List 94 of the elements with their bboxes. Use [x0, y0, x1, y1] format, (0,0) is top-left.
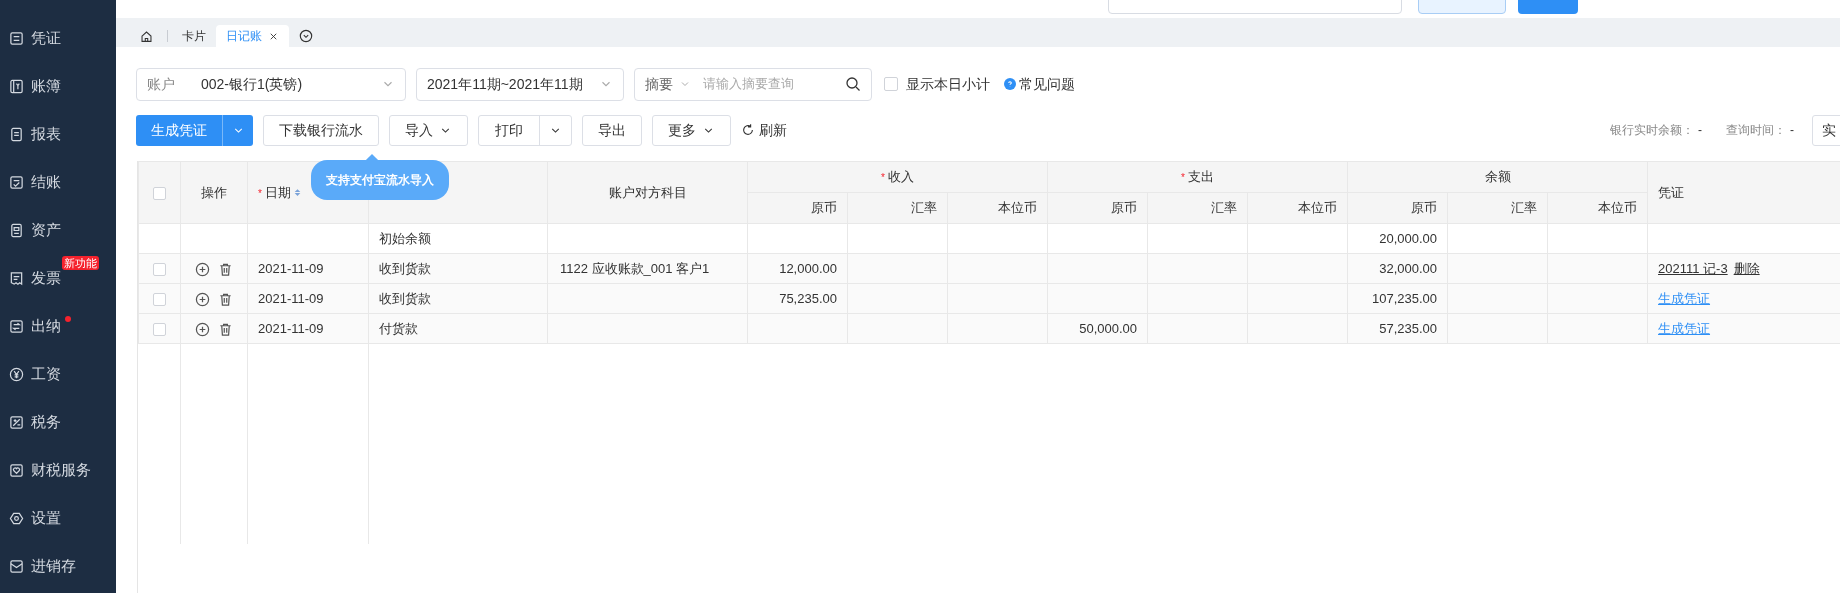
dropdown-icon — [299, 29, 313, 43]
table-cell: 1122 应收账款_001 客户1 — [547, 253, 748, 284]
ledger-icon — [9, 222, 24, 238]
column-header: 原币 — [1047, 192, 1148, 224]
toolbar-button[interactable]: 实 — [1812, 114, 1840, 146]
sidebar-item[interactable]: 出纳 — [0, 302, 116, 350]
inbox-icon — [9, 558, 24, 574]
column-group-header: 收入 — [887, 169, 914, 185]
table-cell: 收到货款 — [368, 253, 548, 284]
toolbar-button[interactable]: 导出 — [582, 114, 642, 146]
search-icon — [845, 76, 861, 92]
table-cell: 2021-11-09 — [247, 283, 369, 314]
column-header: 本位币 — [1247, 192, 1348, 224]
document-icon — [9, 126, 24, 142]
checklist-icon — [9, 174, 24, 190]
sidebar-item[interactable]: 报表 — [0, 110, 116, 158]
column-header: 原币 — [1347, 192, 1448, 224]
yen-icon — [9, 366, 24, 382]
faq-link[interactable]: 常见问题 — [1004, 73, 1075, 95]
row-checkbox[interactable] — [153, 262, 166, 276]
column-header: 凭证 — [1647, 161, 1840, 224]
column-group-header: 支出 — [1187, 169, 1214, 185]
column-header: 日期 — [264, 184, 291, 200]
book-icon — [9, 78, 24, 94]
dropdown-button[interactable]: 导入 — [389, 114, 468, 146]
column-header: 本位币 — [947, 192, 1048, 224]
table-cell: 32,000.00 — [1347, 253, 1448, 284]
tab[interactable]: 卡片 — [172, 25, 216, 47]
table-cell: 初始余额 — [368, 223, 548, 254]
balance-value: - — [1698, 122, 1702, 139]
column-header: 账户对方科目 — [547, 161, 748, 224]
column-group-header: 余额 — [1484, 169, 1511, 185]
sidebar-item[interactable]: 进销存 — [0, 542, 116, 590]
column-header: 原币 — [747, 192, 848, 224]
required-mark: * — [881, 172, 885, 184]
add-icon[interactable] — [195, 291, 210, 307]
settings-icon — [9, 510, 24, 526]
column-header: 本位币 — [1547, 192, 1648, 224]
tab[interactable]: 日记账 — [216, 25, 289, 47]
dropdown-button[interactable]: 更多 — [652, 114, 731, 146]
tooltip: 支持支付宝流水导入 — [311, 155, 449, 200]
query-time-value: - — [1790, 122, 1794, 139]
select-all-checkbox[interactable] — [153, 186, 166, 200]
summary-search-field[interactable]: 摘要 请输入摘要查询 — [634, 67, 872, 101]
sidebar-item[interactable]: 凭证 — [0, 14, 116, 62]
column-header: 汇率 — [1147, 192, 1248, 224]
table-cell: 付货款 — [368, 313, 548, 344]
period-select[interactable]: 2021年11期~2021年11期 — [416, 67, 624, 101]
table-cell: 75,235.00 — [747, 283, 848, 314]
required-mark: * — [258, 187, 262, 199]
toolbar-button[interactable]: 下载银行流水 — [263, 114, 379, 146]
add-icon[interactable] — [195, 261, 210, 277]
calculator-icon — [9, 414, 24, 430]
sidebar-item[interactable]: 税务 — [0, 398, 116, 446]
balance-label: 银行实时余额： — [1610, 122, 1694, 139]
column-header: 汇率 — [1447, 192, 1548, 224]
sidebar-item[interactable]: 发票 新功能 — [0, 254, 116, 302]
search-input[interactable]: 请输入摘要查询 — [703, 74, 823, 94]
trash-icon[interactable] — [218, 321, 233, 337]
refresh-button[interactable]: 刷新 — [741, 114, 787, 146]
delete-link[interactable]: 删除 — [1733, 260, 1760, 276]
trash-icon[interactable] — [218, 261, 233, 277]
table-cell: 57,235.00 — [1347, 313, 1448, 344]
sidebar-item[interactable]: 财税服务 — [0, 446, 116, 494]
column-header: 汇率 — [847, 192, 948, 224]
new-badge: 新功能 — [62, 256, 99, 270]
print-button[interactable]: 打印 — [478, 114, 572, 146]
home-icon — [140, 29, 153, 43]
table-cell: 20,000.00 — [1347, 223, 1448, 254]
row-checkbox[interactable] — [153, 292, 166, 306]
row-checkbox[interactable] — [153, 322, 166, 336]
required-mark: * — [1181, 172, 1185, 184]
sidebar-item[interactable]: 结账 — [0, 158, 116, 206]
table-cell: 2021-11-09 — [247, 313, 369, 344]
sidebar-item[interactable]: 工资 — [0, 350, 116, 398]
exchange-icon — [9, 318, 24, 334]
sidebar-item[interactable]: 账簿 — [0, 62, 116, 110]
table-cell: 收到货款 — [368, 283, 548, 314]
add-icon[interactable] — [195, 321, 210, 337]
subtotal-checkbox[interactable]: 显示本日小计 — [884, 73, 990, 95]
account-select[interactable]: 账户 002-银行1(英镑) — [136, 67, 406, 101]
sidebar-item[interactable]: 资产 — [0, 206, 116, 254]
table-cell: 107,235.00 — [1347, 283, 1448, 314]
sidebar-item[interactable]: 设置 — [0, 494, 116, 542]
list-icon — [9, 30, 24, 46]
refresh-icon — [741, 123, 755, 137]
query-time-label: 查询时间： — [1726, 122, 1786, 139]
receipt-icon — [9, 270, 24, 286]
table-cell: 50,000.00 — [1047, 313, 1148, 344]
trash-icon[interactable] — [218, 291, 233, 307]
voucher-link[interactable]: 202111 记-3 — [1658, 260, 1728, 276]
table-cell: 12,000.00 — [747, 253, 848, 284]
table-cell: 2021-11-09 — [247, 253, 369, 284]
column-header: 操作 — [180, 161, 248, 224]
